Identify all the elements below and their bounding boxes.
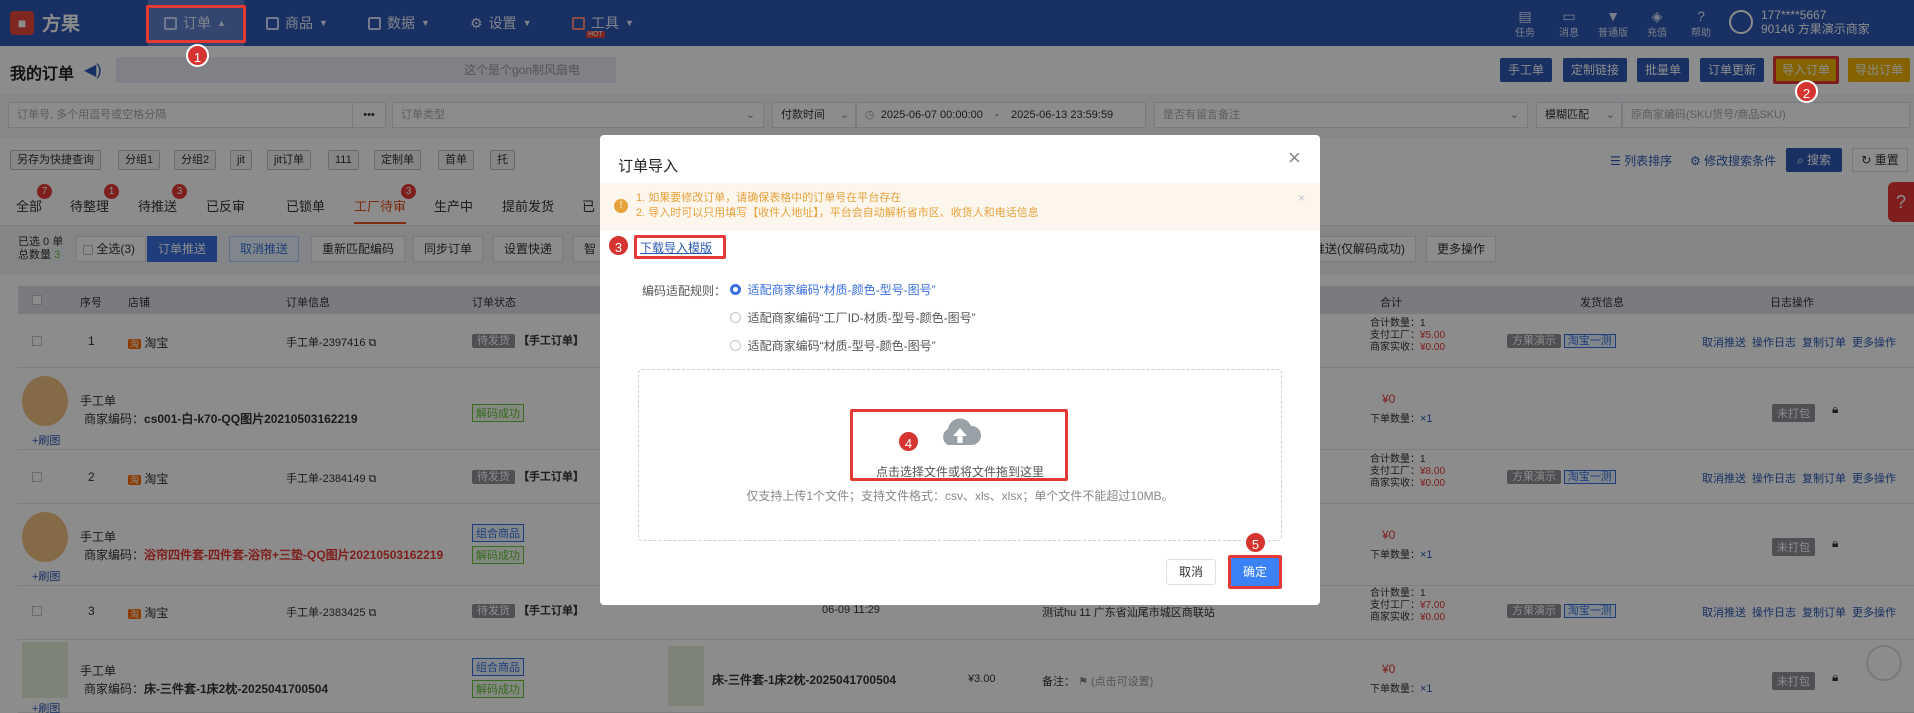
alert-close-icon[interactable]: × bbox=[1298, 191, 1305, 205]
cancel-button[interactable]: 取消 bbox=[1166, 559, 1216, 585]
rule-label: 编码适配规则： bbox=[642, 284, 727, 298]
warning-tip-1: 1. 如果要修改订单，请确保表格中的订单号在平台存在 bbox=[636, 192, 902, 204]
rule-option-3[interactable]: 适配商家编码“材质-型号-颜色-图号” bbox=[730, 337, 936, 354]
upload-hint: 仅支持上传1个文件；支持文件格式：csv、xls、xlsx；单个文件不能超过10… bbox=[746, 489, 1174, 503]
rule-option-2[interactable]: 适配商家编码“工厂ID-材质-型号-颜色-图号” bbox=[730, 309, 976, 326]
step-4-badge: 4 bbox=[897, 430, 920, 453]
upload-text: 点击选择文件或将文件拖到这里 bbox=[875, 465, 1044, 479]
warning-icon: ! bbox=[614, 199, 628, 213]
confirm-button[interactable]: 确定 bbox=[1228, 555, 1282, 589]
step-3-badge: 3 bbox=[607, 234, 630, 257]
step-1-badge: 1 bbox=[186, 44, 209, 67]
warning-tip-2: 2. 导入时可以只用填写【收件人地址】，平台会自动解析省市区、收货人和电话信息 bbox=[636, 207, 1039, 219]
step-5-badge: 5 bbox=[1244, 531, 1267, 554]
radio-icon bbox=[730, 340, 741, 351]
radio-checked-icon bbox=[730, 284, 741, 295]
rule-option-3-label: 适配商家编码“材质-型号-颜色-图号” bbox=[747, 339, 936, 353]
radio-icon bbox=[730, 312, 741, 323]
cloud-upload-icon bbox=[938, 417, 982, 447]
rule-option-1-label: 适配商家编码“材质-颜色-型号-图号” bbox=[747, 283, 936, 297]
step-1-highlight bbox=[146, 5, 246, 43]
warning-alert: ! 1. 如果要修改订单，请确保表格中的订单号在平台存在 2. 导入时可以只用填写… bbox=[600, 183, 1320, 231]
rule-option-2-label: 适配商家编码“工厂ID-材质-型号-颜色-图号” bbox=[747, 311, 976, 325]
download-template-link[interactable]: 下载导入模版 bbox=[640, 239, 712, 256]
step-2-badge: 2 bbox=[1795, 80, 1818, 103]
close-icon[interactable]: × bbox=[1288, 145, 1301, 171]
order-import-dialog: 订单导入 × ! 1. 如果要修改订单，请确保表格中的订单号在平台存在 2. 导入… bbox=[600, 135, 1320, 605]
dialog-title: 订单导入 bbox=[618, 158, 679, 175]
warning-text: 1. 如果要修改订单，请确保表格中的订单号在平台存在 2. 导入时可以只用填写【收… bbox=[636, 191, 1039, 221]
rule-option-1[interactable]: 适配商家编码“材质-颜色-型号-图号” bbox=[730, 281, 936, 298]
